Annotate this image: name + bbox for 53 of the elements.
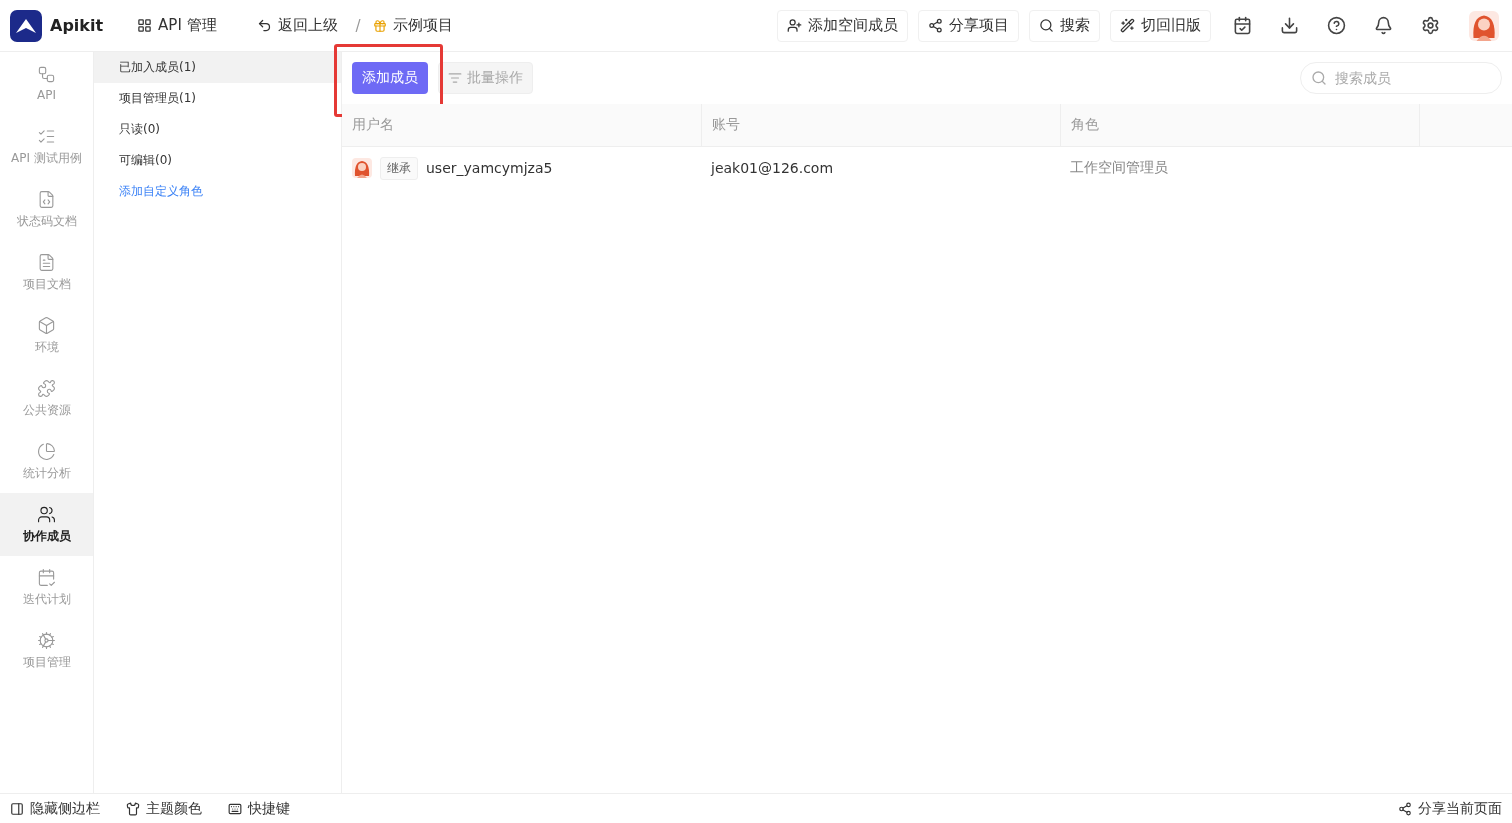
users-icon: [37, 504, 56, 524]
toolbar-button[interactable]: 搜索: [1029, 9, 1100, 42]
role-item[interactable]: 只读(0): [94, 114, 341, 145]
wand-icon: [1120, 18, 1135, 33]
add-role-link[interactable]: 添加自定义角色: [94, 176, 341, 207]
footer-button[interactable]: 快捷键: [228, 799, 290, 818]
search-icon: [1039, 18, 1054, 33]
role-item[interactable]: 项目管理员(1): [94, 83, 341, 114]
gift-icon: [372, 18, 387, 33]
grid-icon: [137, 18, 153, 33]
app-name: Apikit: [50, 16, 104, 35]
code-file-icon: [37, 189, 56, 209]
column-header: 账号: [701, 104, 1060, 147]
share-icon: [1398, 801, 1412, 816]
cube-icon: [37, 315, 56, 335]
calendar-icon: [37, 567, 56, 587]
toolbar-button[interactable]: 切回旧版: [1110, 9, 1211, 42]
undo-icon: [256, 18, 272, 33]
inherit-tag: 继承: [380, 156, 418, 180]
back-link[interactable]: 返回上级: [250, 12, 344, 39]
app-logo: [10, 9, 42, 42]
search-field[interactable]: 搜索成员: [1300, 62, 1502, 94]
menu-link[interactable]: API 管理: [131, 12, 223, 39]
toolbar-button[interactable]: 添加空间成员: [777, 9, 908, 42]
list-icon: [448, 71, 462, 85]
pie-chart-icon: [37, 441, 56, 461]
workflow-icon: [37, 65, 56, 84]
search-icon: [1311, 70, 1327, 86]
add-member-button[interactable]: 添加成员: [352, 62, 428, 94]
avatar: [352, 158, 372, 178]
role-item[interactable]: 已加入成员(1): [94, 52, 341, 83]
account: jeak01@126.com: [711, 160, 834, 176]
toolbar-button[interactable]: 分享项目: [918, 9, 1019, 42]
username: user_yamcymjza5: [426, 160, 553, 176]
role-item[interactable]: 可编辑(0): [94, 145, 341, 176]
settings-icon: [37, 630, 56, 650]
keyboard-icon: [228, 801, 242, 816]
share-icon: [928, 18, 943, 33]
footer-button[interactable]: 隐藏侧边栏: [10, 799, 100, 818]
project-link[interactable]: 示例项目: [372, 16, 453, 35]
column-header: 用户名: [342, 104, 701, 147]
user-plus-icon: [787, 18, 802, 33]
shirt-icon: [126, 801, 140, 816]
nav-item[interactable]: 协作成员: [0, 493, 93, 556]
document-icon: [37, 252, 56, 272]
share-page-button[interactable]: 分享当前页面: [1398, 799, 1502, 818]
puzzle-icon: [37, 378, 56, 398]
sidebar-icon: [10, 801, 24, 816]
role: 工作空间管理员: [1070, 159, 1168, 177]
avatar: [1469, 10, 1499, 41]
footer-button[interactable]: 主题颜色: [126, 799, 202, 818]
column-header: 角色: [1060, 104, 1419, 147]
breadcrumb-separator: /: [355, 16, 361, 35]
